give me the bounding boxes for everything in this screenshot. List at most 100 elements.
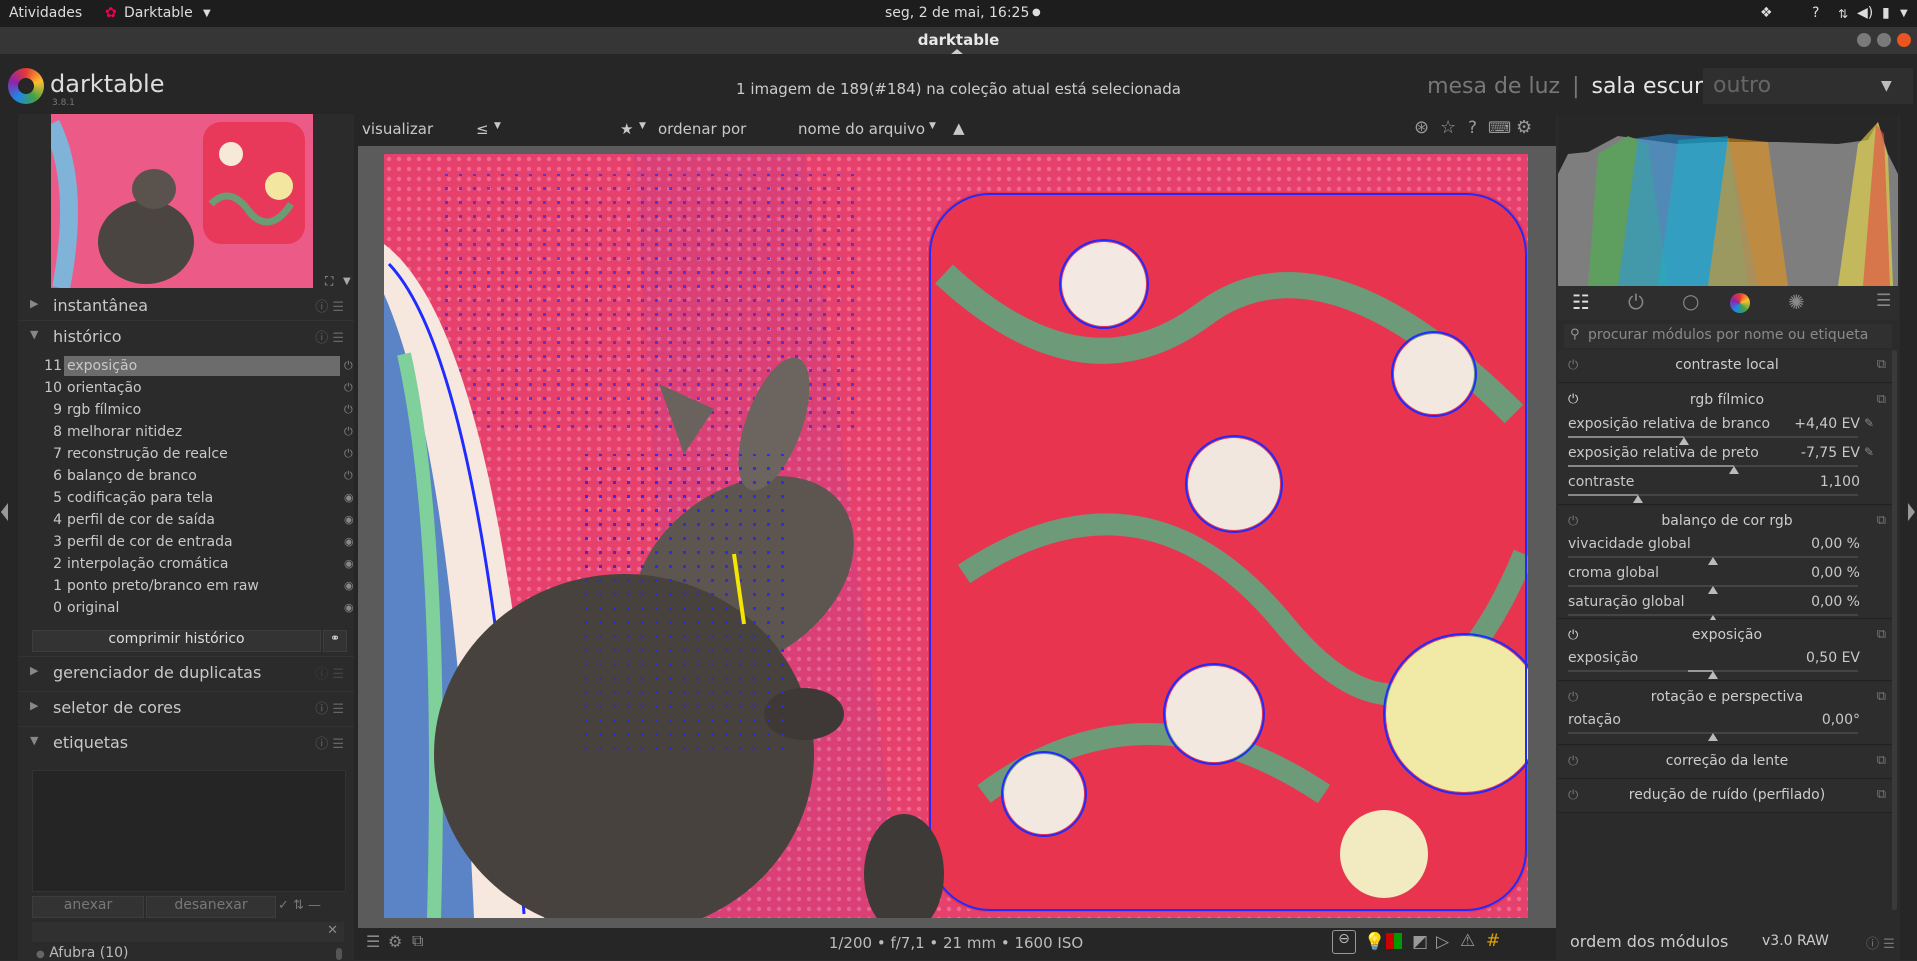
slider-handle[interactable] xyxy=(1729,466,1739,474)
help-icon[interactable]: ? xyxy=(1812,5,1819,21)
module-title[interactable]: rgb fílmico xyxy=(1558,392,1896,408)
clear-icon[interactable]: ✕ xyxy=(327,923,338,938)
navigation-thumbnail[interactable] xyxy=(51,114,313,288)
slider-exposure[interactable]: exposição 0,50 EV xyxy=(1568,650,1878,679)
detach-button[interactable]: desanexar xyxy=(146,896,276,918)
slider-handle[interactable] xyxy=(1708,733,1718,741)
gear-icon[interactable]: ⚙ xyxy=(1516,117,1532,138)
guides-icon[interactable]: ▷ xyxy=(1436,932,1449,952)
battery-icon[interactable]: ▮ xyxy=(1882,5,1890,21)
module-local-contrast[interactable]: ⏻ contraste local ⧉ xyxy=(1558,350,1896,383)
module-denoise-profiled[interactable]: ⏻ redução de ruído (perfilado) ⧉ xyxy=(1558,780,1896,813)
section-presets-icon[interactable]: ⓘ ☰ xyxy=(315,733,344,752)
volume-icon[interactable]: ◀) xyxy=(1857,5,1873,21)
focus-peaking-icon[interactable]: ⊖ xyxy=(1332,930,1356,954)
slider-handle[interactable] xyxy=(1708,557,1718,565)
module-presets-icon[interactable]: ⧉ xyxy=(1877,689,1886,704)
compress-history-button[interactable]: comprimir histórico xyxy=(32,630,321,652)
section-presets-icon[interactable]: ⓘ ☰ xyxy=(315,296,344,315)
tab-effects-icon[interactable]: ✺ xyxy=(1788,290,1805,314)
keyboard-icon[interactable]: ⇅ xyxy=(1838,7,1848,21)
gamut-check-icon[interactable]: ◩ xyxy=(1412,932,1428,952)
slider-global-saturation[interactable]: saturação global 0,00 % xyxy=(1568,594,1878,623)
grouping-icon[interactable]: ⊛ xyxy=(1414,117,1429,138)
history-item[interactable]: 7 reconstrução de realce ⏻ xyxy=(30,444,366,466)
slider-white-relative-exposure[interactable]: exposição relativa de branco +4,40 EV ✎ xyxy=(1568,416,1878,445)
module-order-value[interactable]: v3.0 RAW xyxy=(1762,933,1829,949)
star-overlay-icon[interactable]: ☆ xyxy=(1440,117,1456,138)
history-item[interactable]: 9 rgb fílmico ⏻ xyxy=(30,400,366,422)
color-picker-icon[interactable]: ✎ xyxy=(1864,416,1874,430)
image-canvas[interactable] xyxy=(384,154,1528,918)
module-lens-correction[interactable]: ⏻ correção da lente ⧉ xyxy=(1558,746,1896,779)
module-title[interactable]: balanço de cor rgb xyxy=(1558,513,1896,529)
module-presets-icon[interactable]: ⧉ xyxy=(1877,627,1886,642)
history-item[interactable]: 1 ponto preto/branco em raw ◉ xyxy=(30,576,366,598)
close-button[interactable] xyxy=(1897,33,1911,47)
history-item[interactable]: 11 exposição ⏻ xyxy=(30,356,366,378)
module-presets-icon[interactable]: ⧉ xyxy=(1877,513,1886,528)
help-icon[interactable]: ? xyxy=(1468,118,1477,138)
section-history[interactable]: ▼ histórico ⓘ ☰ xyxy=(18,320,354,353)
scrollbar[interactable] xyxy=(336,948,342,960)
grid-icon[interactable]: # xyxy=(1486,931,1500,951)
sort-direction-toggle[interactable]: ▲ xyxy=(953,119,965,137)
tag-options-icons[interactable]: ✓ ⇅ — xyxy=(278,898,321,913)
dropbox-icon[interactable]: ❖ xyxy=(1760,5,1773,21)
color-picker-icon[interactable]: ✎ xyxy=(1864,445,1874,459)
history-item[interactable]: 8 melhorar nitidez ⏻ xyxy=(30,422,366,444)
module-title[interactable]: exposição xyxy=(1558,627,1896,643)
overexposure-warning-icon[interactable]: ⚠ xyxy=(1460,931,1475,951)
attached-tags-area[interactable] xyxy=(32,770,346,892)
collapse-left-panel-icon[interactable] xyxy=(1,503,8,521)
tag-search-input[interactable]: ✕ xyxy=(32,922,344,942)
slider-contrast[interactable]: contraste 1,100 xyxy=(1568,474,1878,503)
module-presets-icon[interactable]: ⧉ xyxy=(1877,357,1886,372)
section-tags[interactable]: ▼ etiquetas ⓘ ☰ xyxy=(18,726,354,759)
module-presets-icon[interactable]: ⧉ xyxy=(1877,787,1886,802)
histogram[interactable] xyxy=(1558,114,1898,286)
attach-button[interactable]: anexar xyxy=(32,896,144,918)
section-duplicates[interactable]: ▶ gerenciador de duplicatas ⓘ ☰ xyxy=(18,656,354,689)
section-presets-icon[interactable]: ⓘ ☰ xyxy=(315,327,344,346)
section-presets-icon[interactable]: ⓘ ☰ xyxy=(315,698,344,717)
module-presets-icon[interactable]: ⧉ xyxy=(1877,753,1886,768)
tab-presets-menu-icon[interactable]: ☰ xyxy=(1876,291,1891,311)
module-search-input[interactable]: ⚲ procurar módulos por nome ou etiqueta xyxy=(1564,324,1892,348)
keyboard-shortcuts-icon[interactable]: ⌨ xyxy=(1488,118,1511,137)
bulb-icon[interactable]: 💡 xyxy=(1364,932,1385,952)
history-item[interactable]: 6 balanço de branco ⏻ xyxy=(30,466,366,488)
section-presets-icon[interactable]: ⓘ ☰ xyxy=(315,663,344,682)
history-item[interactable]: 2 interpolação cromática ◉ xyxy=(30,554,366,576)
module-presets-icon[interactable]: ⧉ xyxy=(1877,392,1886,407)
history-item[interactable]: 5 codificação para tela ◉ xyxy=(30,488,366,510)
history-item[interactable]: 4 perfil de cor de saída ◉ xyxy=(30,510,366,532)
slider-handle[interactable] xyxy=(1708,586,1718,594)
slider-global-vibrance[interactable]: vivacidade global 0,00 % xyxy=(1568,536,1878,565)
clock[interactable]: seg, 2 de mai, 16:25 xyxy=(885,5,1029,21)
section-color-picker[interactable]: ▶ seletor de cores ⓘ ☰ xyxy=(18,691,354,724)
view-darkroom[interactable]: sala escura xyxy=(1591,74,1716,99)
tab-power-icon[interactable]: ⏻ xyxy=(1628,290,1644,314)
system-menu-chevron-icon[interactable]: ▼ xyxy=(1900,8,1908,19)
tag-list-item[interactable]: ● Afubra (10) xyxy=(36,945,128,961)
fullscreen-icon[interactable]: ⛶ xyxy=(325,274,333,289)
slider-handle[interactable] xyxy=(1708,671,1718,679)
rating-comparator-dropdown[interactable]: ≤ xyxy=(476,120,489,138)
slider-rotation[interactable]: rotação 0,00° xyxy=(1568,712,1878,741)
rating-filter-dropdown[interactable]: ★ xyxy=(620,120,633,138)
history-item[interactable]: 10 orientação ⏻ xyxy=(30,378,366,400)
view-lighttable[interactable]: mesa de luz xyxy=(1427,74,1560,99)
slider-global-chroma[interactable]: croma global 0,00 % xyxy=(1568,565,1878,594)
slider-black-relative-exposure[interactable]: exposição relativa de preto -7,75 EV ✎ xyxy=(1568,445,1878,474)
section-snapshots[interactable]: ▶ instantânea ⓘ ☰ xyxy=(18,290,354,322)
tab-active-modules-icon[interactable]: ☷ xyxy=(1572,290,1590,314)
history-item[interactable]: 0 original ◉ xyxy=(30,598,366,620)
maximize-button[interactable] xyxy=(1877,33,1891,47)
history-item[interactable]: 3 perfil de cor de entrada ◉ xyxy=(30,532,366,554)
minimize-button[interactable] xyxy=(1857,33,1871,47)
activities-button[interactable]: Atividades xyxy=(9,5,82,21)
app-menu-button[interactable]: Darktable xyxy=(124,5,193,21)
module-title[interactable]: rotação e perspectiva xyxy=(1558,689,1896,705)
view-other-dropdown[interactable]: outro ▼ xyxy=(1703,68,1913,104)
